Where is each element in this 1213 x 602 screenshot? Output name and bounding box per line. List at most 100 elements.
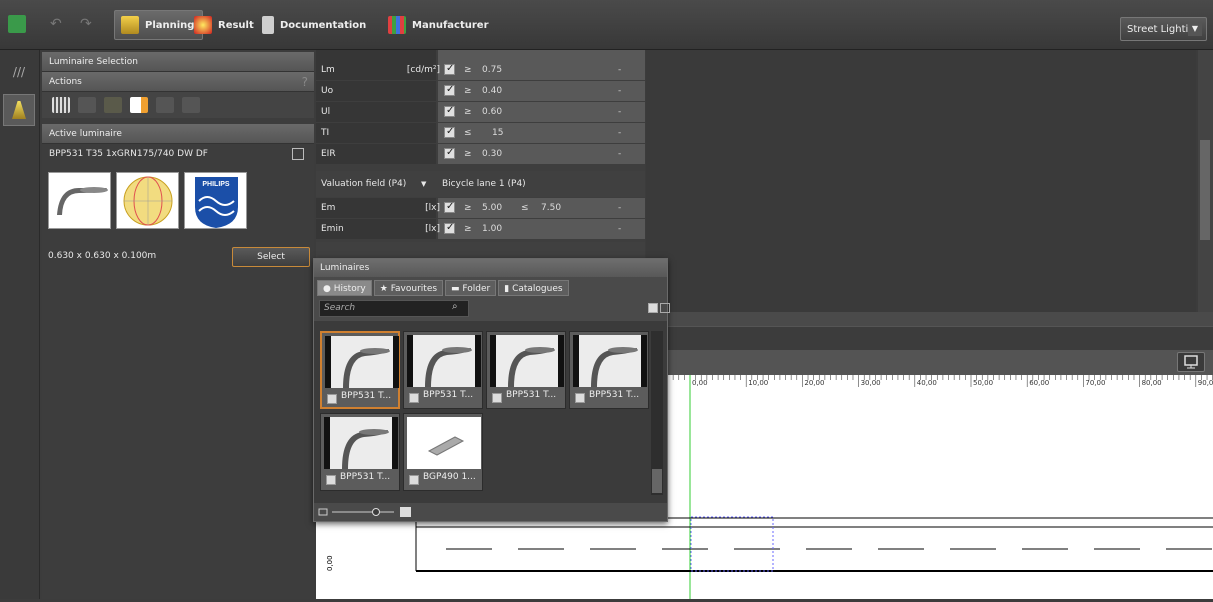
paste-icon[interactable] [182,97,200,113]
luminaire-image [490,335,564,387]
result-icon [194,16,212,34]
tab-history[interactable]: ● History [317,280,372,296]
criterion-value[interactable]: 15 [492,123,503,143]
luminaire-name: BPP531 T35 1xGRN175/740 DW DF [49,149,208,159]
tab-favourites[interactable]: ★ Favourites [373,280,444,296]
criterion-checkbox[interactable] [444,218,455,238]
criterion-checkbox[interactable] [444,59,455,79]
zoom-out-icon[interactable] [318,508,328,516]
ruler-tick-label: 20,00 [804,379,824,387]
table-row[interactable]: TI ≤ 15 - [316,122,645,143]
luminaire-image [573,335,647,387]
luminaire-nav-icon[interactable] [3,94,35,126]
nav-strip: /// [0,50,40,599]
luminaire-card[interactable]: BPP531 T... [486,331,566,409]
tab-catalogues[interactable]: ▮ Catalogues [498,280,569,296]
table-row[interactable]: Uo ≥ 0.40 - [316,80,645,101]
criterion-result: - [618,107,622,117]
popup-tabs: ● History ★ Favourites ▬ Folder ▮ Catalo… [314,277,667,297]
main-toolbar: ↶ ↷ Planning Result Documentation Manufa… [0,0,1213,50]
criterion-checkbox[interactable] [444,80,455,100]
criterion-checkbox[interactable] [444,122,455,142]
criterion-value[interactable]: 0.75 [482,60,502,80]
vertical-scrollbar[interactable] [1198,50,1213,312]
panel-title: Luminaire Selection [42,52,314,72]
criterion-name: Emin [321,224,344,234]
grid-view-icon[interactable] [648,303,658,313]
documentation-icon [262,16,274,34]
criterion-operator: ≥ [464,149,472,159]
luminaire-card[interactable]: BPP531 T... [569,331,649,409]
luminaire-image [407,417,481,469]
card-label: BPP531 T... [423,390,474,400]
card-checkbox[interactable] [492,393,502,403]
list-icon[interactable] [52,97,70,113]
search-icon[interactable]: ⌕ [452,301,458,312]
add-icon[interactable] [78,97,96,113]
help-icon[interactable]: ? [302,72,308,92]
copy-icon[interactable] [156,97,174,113]
card-checkbox[interactable] [575,393,585,403]
tab-folder[interactable]: ▬ Folder [445,280,497,296]
zoom-in-icon[interactable] [400,507,411,517]
light-distribution-diagram[interactable] [116,172,179,229]
ruler-tick-label: 0,00 [692,379,708,387]
tab-documentation[interactable]: Documentation [256,10,374,40]
table-row[interactable]: Em [lx] ≥ 5.00 ≤ 7.50 - [316,197,645,218]
chevron-down-icon[interactable]: ▼ [421,171,426,197]
tab-label: Result [218,19,254,31]
select-button[interactable]: Select [232,247,310,267]
redo-icon[interactable]: ↷ [80,15,98,33]
table-row[interactable]: Emin [lx] ≥ 1.00 - [316,218,645,239]
criterion-name: Ul [321,107,331,117]
card-checkbox[interactable] [326,475,336,485]
card-checkbox[interactable] [409,393,419,403]
monitor-icon[interactable] [1177,352,1205,372]
tab-manufacturer[interactable]: Manufacturer [382,10,497,40]
tab-result[interactable]: Result [188,10,262,40]
list-view-icon[interactable] [660,303,670,313]
export-icon[interactable] [130,97,148,113]
criterion-name: Uo [321,86,334,96]
card-checkbox[interactable] [327,394,337,404]
criterion-value[interactable]: 7.50 [541,198,561,218]
table-row[interactable]: Lm [cd/m²] ≥ 0.75 - [316,59,645,80]
popup-scrollbar[interactable] [651,331,663,495]
scrollbar-thumb[interactable] [1200,140,1210,240]
criterion-result: - [618,149,622,159]
table-empty-area [646,50,1196,312]
side-ruler-label: 0,00 [326,555,334,571]
card-checkbox[interactable] [409,475,419,485]
criterion-value[interactable]: 0.40 [482,81,502,101]
criterion-checkbox[interactable] [444,143,455,163]
luminaire-card[interactable]: BGP490 1... [403,413,483,491]
criterion-value[interactable]: 5.00 [482,198,502,218]
luminaire-card[interactable]: BPP531 T... [403,331,483,409]
table-row[interactable]: Ul ≥ 0.60 - [316,101,645,122]
criterion-operator: ≤ [521,203,529,213]
criterion-checkbox[interactable] [444,197,455,217]
details-icon[interactable] [292,148,304,160]
profile-select[interactable]: Street Lighting ▼ [1120,17,1207,41]
criterion-checkbox[interactable] [444,101,455,121]
card-label: BPP531 T... [506,390,557,400]
luminaire-card[interactable]: BPP531 T... [320,331,400,409]
card-label: BGP490 1... [423,472,476,482]
valuation-field-group[interactable]: Valuation field (P4) ▼ Bicycle lane 1 (P… [316,171,645,197]
criterion-value[interactable]: 0.60 [482,102,502,122]
luminaire-photo[interactable] [48,172,111,229]
scrollbar-thumb[interactable] [652,469,662,493]
criterion-operator: ≤ [464,128,472,138]
table-row[interactable]: EIR ≥ 0.30 - [316,143,645,164]
luminaire-card[interactable]: BPP531 T... [320,413,400,491]
dimensions-row: 0.630 x 0.630 x 0.100m Select [42,244,314,268]
grid-icon[interactable] [104,97,122,113]
save-icon[interactable] [8,15,26,33]
criterion-value[interactable]: 1.00 [482,219,502,239]
road-view-icon[interactable]: /// [3,56,35,88]
zoom-slider-handle[interactable] [372,508,380,516]
luminaire-dimensions: 0.630 x 0.630 x 0.100m [48,251,157,261]
criterion-value[interactable]: 0.30 [482,144,502,164]
search-input[interactable]: Search [319,300,469,317]
undo-icon[interactable]: ↶ [50,15,68,33]
